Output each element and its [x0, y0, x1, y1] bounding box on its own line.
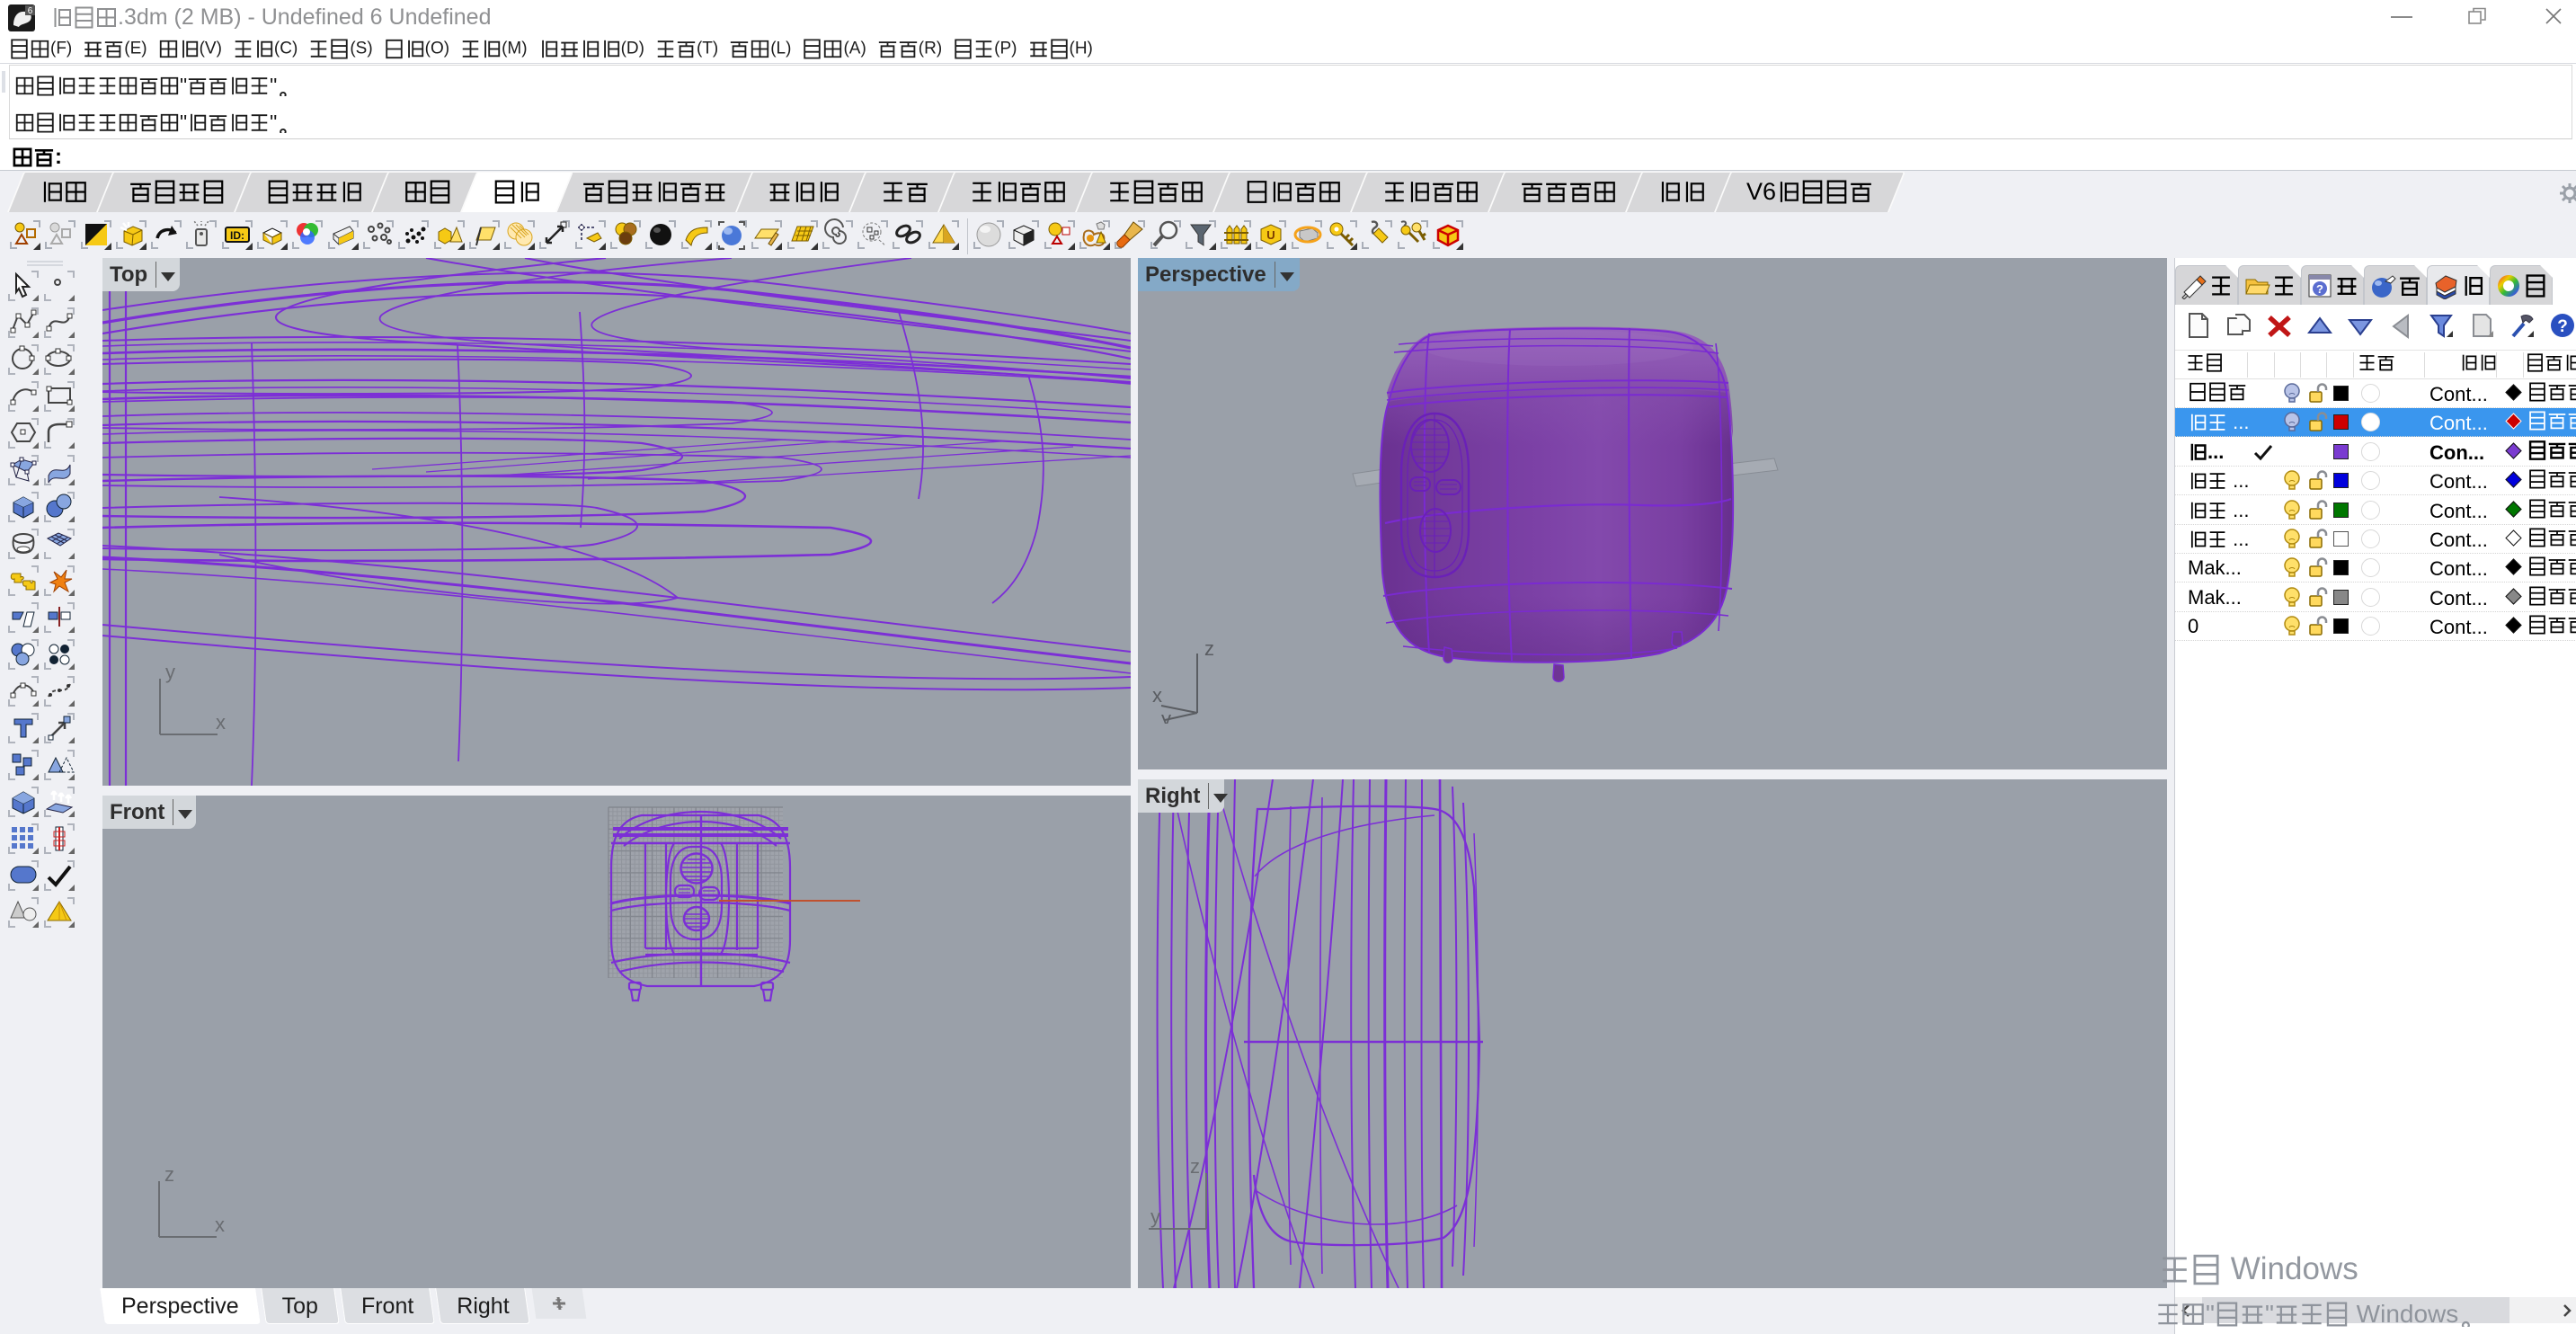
svg-text:x: x: [216, 711, 226, 734]
svg-text:x: x: [1152, 684, 1162, 707]
svg-text:U: U: [1267, 228, 1275, 242]
svg-text:?: ?: [2557, 317, 2568, 336]
svg-text:y: y: [1150, 1205, 1160, 1228]
svg-text:6: 6: [28, 6, 33, 16]
svg-text:y: y: [1161, 707, 1171, 724]
svg-text:z: z: [1190, 1157, 1200, 1178]
svg-text:?: ?: [2316, 282, 2323, 296]
svg-text:ID:: ID:: [230, 229, 244, 242]
svg-text:z: z: [1204, 643, 1214, 660]
svg-text:y: y: [165, 663, 175, 683]
svg-text:x: x: [215, 1214, 225, 1236]
svg-text:z: z: [164, 1165, 174, 1186]
